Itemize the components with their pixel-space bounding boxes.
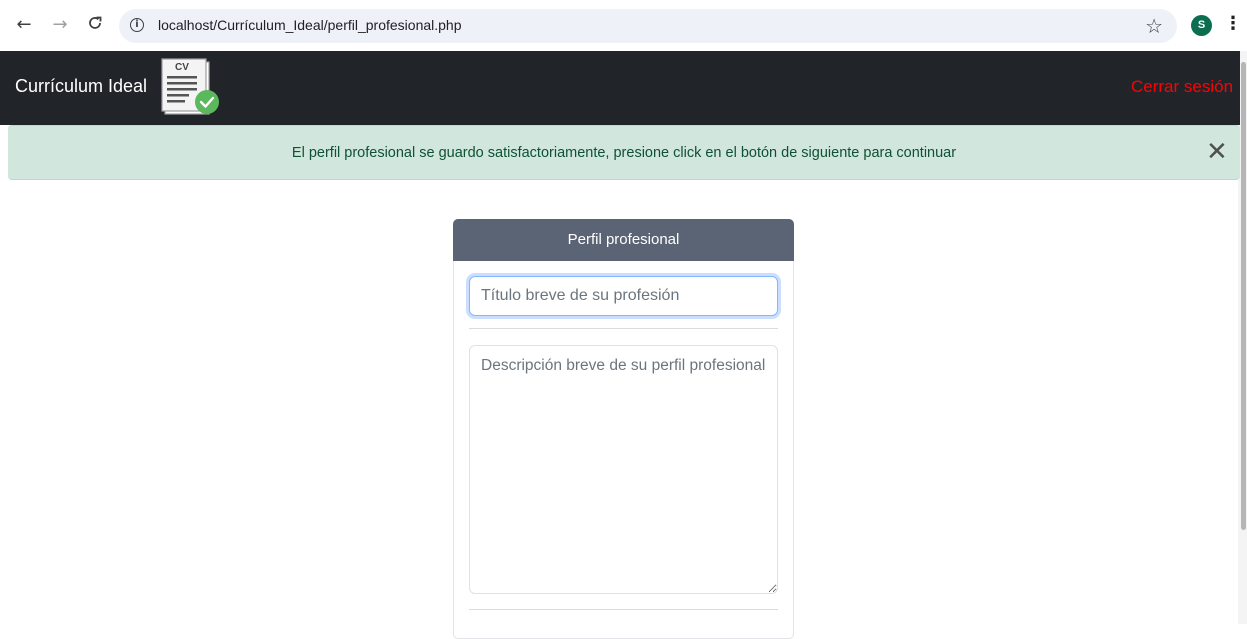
browser-menu-icon[interactable]: ⋮	[1224, 13, 1242, 34]
brand-title[interactable]: Currículum Ideal	[15, 76, 147, 97]
logout-link[interactable]: Cerrar sesión	[1131, 77, 1233, 97]
site-info-icon[interactable]: i	[130, 18, 144, 32]
profile-description-textarea[interactable]	[469, 345, 778, 594]
profession-title-input[interactable]	[469, 276, 778, 316]
logo-cv-text: CV	[175, 62, 189, 73]
divider	[469, 609, 778, 610]
cv-logo-icon: CV	[161, 56, 225, 123]
scrollbar-thumb[interactable]	[1241, 62, 1246, 530]
browser-toolbar: ← → i localhost/Currículum_Ideal/perfil_…	[0, 0, 1247, 51]
professional-profile-card: Perfil profesional	[453, 219, 794, 639]
address-bar[interactable]: i localhost/Currículum_Ideal/perfil_prof…	[119, 9, 1177, 43]
success-alert: El perfil profesional se guardo satisfac…	[8, 125, 1240, 180]
reload-icon-svg	[89, 16, 102, 29]
alert-message: El perfil profesional se guardo satisfac…	[291, 145, 957, 161]
profile-avatar[interactable]: S	[1191, 15, 1212, 36]
bookmark-star-icon[interactable]: ☆	[1145, 14, 1163, 38]
reload-icon[interactable]	[84, 14, 106, 36]
divider	[469, 328, 778, 329]
forward-arrow-icon[interactable]: →	[49, 14, 71, 36]
card-header: Perfil profesional	[453, 219, 794, 261]
back-arrow-icon[interactable]: ←	[13, 14, 35, 36]
top-navbar: Currículum Ideal CV Cerrar sesión	[0, 51, 1240, 125]
close-icon[interactable]: ✕	[1206, 137, 1228, 167]
url-text[interactable]: localhost/Currículum_Ideal/perfil_profes…	[158, 17, 462, 33]
